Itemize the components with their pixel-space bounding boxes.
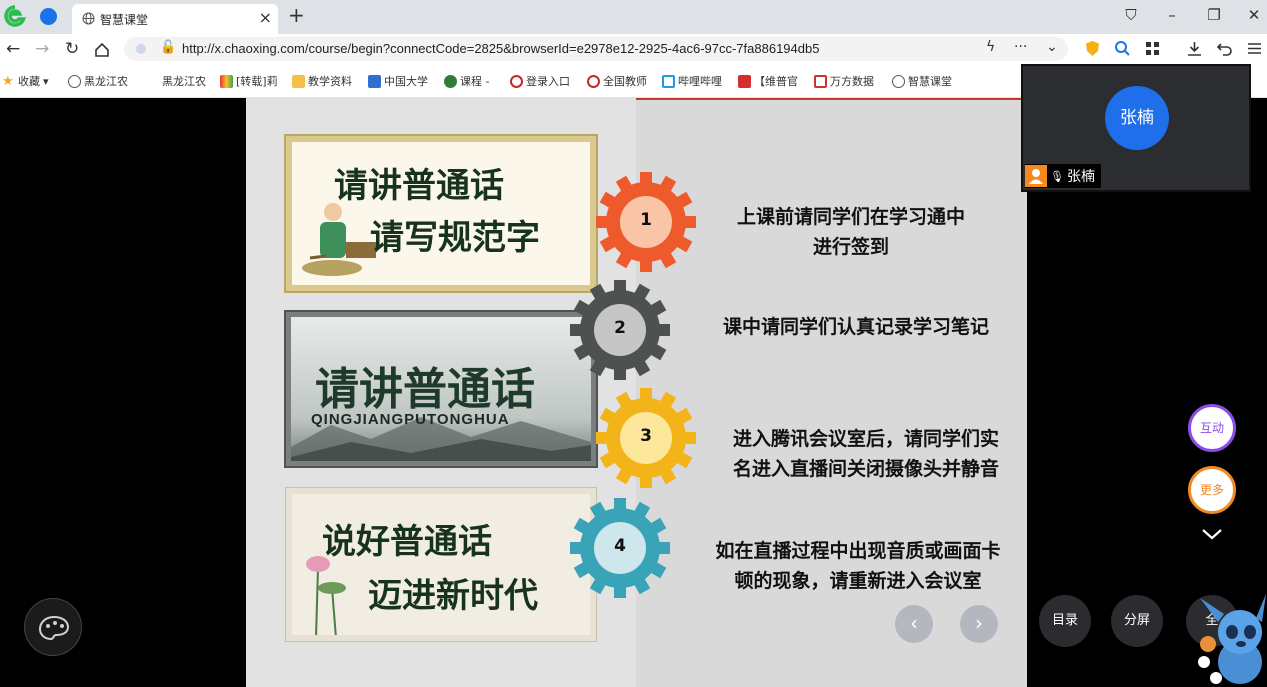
palette-icon	[38, 615, 70, 641]
url-text[interactable]: http://x.chaoxing.com/course/begin?conne…	[182, 41, 819, 56]
colorful-icon	[220, 74, 233, 88]
slogan-line-2: 请写规范字	[370, 218, 540, 258]
bookmark-item[interactable]: [转载]莉	[220, 73, 278, 89]
address-bar[interactable]: 🔓 http://x.chaoxing.com/course/begin?con…	[124, 37, 1068, 61]
slogan-title: 请讲普通话	[315, 364, 535, 415]
step-text-1: 上课前请同学们在学习通中 进行签到	[736, 206, 965, 258]
mic-muted-icon: 🎙	[1050, 169, 1064, 183]
previous-slide-button[interactable]: ‹	[895, 605, 933, 643]
dropdown-chevron-icon[interactable]: ⌄	[1046, 39, 1058, 55]
teacher-icon	[587, 74, 600, 88]
browser-tab-bar: 智慧课堂 × + ⛉ – ❐ ✕	[0, 0, 1267, 34]
forward-icon[interactable]: →	[35, 38, 49, 60]
apps-grid-icon[interactable]	[1144, 40, 1161, 57]
bookmark-item[interactable]: 中国大学	[368, 73, 428, 89]
new-tab-button[interactable]: +	[288, 3, 305, 27]
bookmark-item[interactable]: 教学资料	[292, 73, 352, 89]
catalog-button[interactable]: 目录	[1039, 595, 1091, 647]
bookmark-item[interactable]: 哔哩哔哩	[662, 73, 722, 89]
wanfang-icon	[814, 74, 827, 88]
bookmark-item[interactable]: 黑龙江农	[68, 73, 128, 89]
restore-button[interactable]: ❐	[1202, 4, 1226, 26]
slogan-card-3: 说好普通话 迈进新时代	[285, 487, 597, 642]
step-number: 1	[640, 210, 652, 230]
menu-icon[interactable]	[1246, 40, 1263, 57]
mooc-icon	[368, 74, 381, 88]
shield-icon[interactable]	[1084, 40, 1101, 57]
login-icon	[510, 74, 523, 88]
participant-name: 张楠	[1066, 169, 1095, 185]
step-text-3: 进入腾讯会议室后，请同学们实 名进入直播间关闭摄像头并静音	[732, 428, 999, 480]
bookmark-item[interactable]: 万方数据	[814, 73, 874, 89]
stitch-mascot-icon[interactable]	[1196, 592, 1267, 687]
participant-label: 🎙 张楠	[1025, 164, 1101, 188]
step-number: 2	[614, 318, 626, 338]
slogan-pinyin: QINGJIANGPUTONGHUA	[311, 411, 510, 428]
step-number: 3	[640, 426, 652, 446]
home-icon[interactable]	[95, 43, 109, 57]
slogan-line-2: 迈进新时代	[368, 576, 538, 616]
course-icon	[444, 74, 457, 88]
slide-top-line	[636, 98, 1027, 100]
person-icon	[1025, 165, 1047, 187]
bookmark-favorites[interactable]: ★ 收藏 ▾	[2, 73, 49, 89]
step-text-2: 课中请同学们认真记录学习笔记	[722, 316, 989, 338]
slogan-card-2: 请讲普通话 QINGJIANGPUTONGHUA	[284, 310, 598, 468]
undo-icon[interactable]	[1216, 40, 1233, 57]
presentation-slide: 请讲普通话 请写规范字 请讲普通话 QINGJIANGPUTONGHUA 说好普…	[246, 98, 1027, 687]
step-number: 4	[614, 536, 626, 556]
close-window-button[interactable]: ✕	[1242, 4, 1266, 26]
browser-logo-icon[interactable]	[4, 5, 26, 27]
globe-icon	[68, 74, 81, 88]
bookmark-item[interactable]: 登录入口	[510, 73, 570, 89]
bilibili-icon	[662, 74, 675, 88]
bookmark-item[interactable]: 智慧课堂	[892, 73, 952, 89]
download-icon[interactable]	[1186, 40, 1203, 57]
star-icon: ★	[2, 73, 14, 89]
skin-icon[interactable]: ⛉	[1119, 4, 1143, 26]
tab-title: 智慧课堂	[100, 13, 149, 27]
drawing-tool-button[interactable]	[24, 598, 82, 656]
minimize-button[interactable]: –	[1160, 4, 1184, 26]
interact-button[interactable]: 互动	[1188, 404, 1236, 452]
chevron-down-icon[interactable]	[1200, 522, 1224, 546]
site-info-icon[interactable]	[136, 44, 146, 54]
bookmark-item[interactable]: 黑龙江农	[162, 73, 206, 89]
slogan-line-1: 说好普通话	[322, 522, 492, 562]
search-icon[interactable]	[1114, 40, 1131, 57]
bookmark-item[interactable]: 【维普官	[738, 73, 798, 89]
bookmark-item[interactable]: 全国教师	[587, 73, 647, 89]
next-slide-button[interactable]: ›	[960, 605, 998, 643]
tab-close-icon[interactable]: ×	[259, 8, 272, 28]
insecure-lock-icon[interactable]: 🔓	[160, 40, 176, 55]
globe-icon	[892, 74, 905, 88]
navigation-bar: ← → ↻ 🔓 http://x.chaoxing.com/course/beg…	[0, 34, 1267, 64]
avatar: 张楠	[1105, 86, 1169, 150]
globe-icon	[82, 12, 95, 25]
bookmark-item[interactable]: 课程 -	[444, 73, 489, 89]
step-text-4: 如在直播过程中出现音质或画面卡 顿的现象，请重新进入会议室	[715, 540, 1001, 592]
slogan-card-1: 请讲普通话 请写规范字	[284, 134, 598, 293]
split-screen-button[interactable]: 分屏	[1111, 595, 1163, 647]
participant-video-tile[interactable]: 张楠 🎙 张楠	[1021, 64, 1251, 192]
lightning-icon[interactable]: ϟ	[986, 39, 995, 55]
dropdown-icon: ▾	[43, 74, 49, 88]
pinned-extension-icon[interactable]	[40, 8, 57, 25]
browser-tab[interactable]: 智慧课堂 ×	[72, 4, 278, 34]
more-button[interactable]: 更多	[1188, 466, 1236, 514]
back-icon[interactable]: ←	[6, 38, 20, 60]
folder-icon	[292, 74, 305, 88]
reload-icon[interactable]: ↻	[65, 38, 79, 60]
vip-icon	[738, 74, 751, 88]
more-dots-icon[interactable]: ···	[1014, 39, 1027, 55]
slogan-line-1: 请讲普通话	[334, 166, 504, 206]
